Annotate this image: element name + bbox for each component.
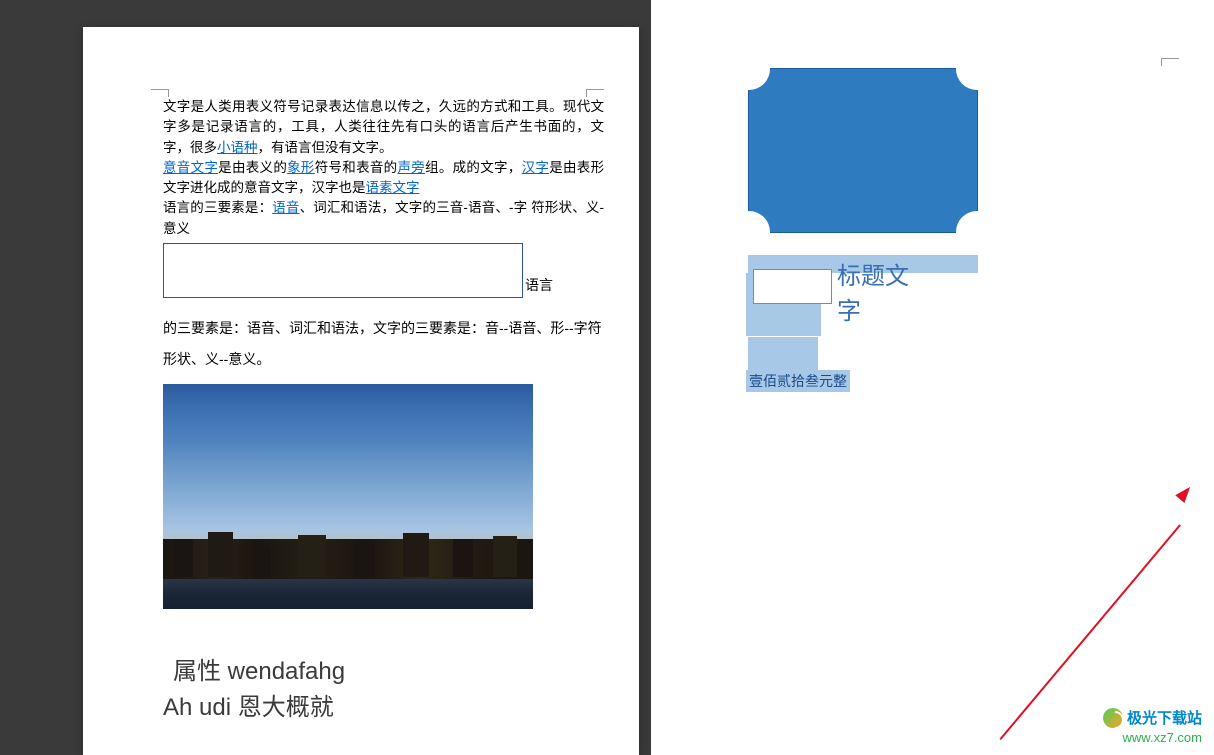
- link-ideophonetic[interactable]: 意音文字: [163, 160, 218, 175]
- link-phonology[interactable]: 语音: [272, 200, 299, 215]
- text-segment: 是由表义的: [218, 160, 287, 175]
- plaque-corner-br: [956, 211, 998, 253]
- page2-margin-mark: [1161, 58, 1179, 66]
- text-segment: 语言的三要素是：: [163, 200, 272, 215]
- title-text-group[interactable]: 标题文字: [751, 258, 921, 323]
- link-hanzi[interactable]: 汉字: [522, 160, 550, 175]
- title-rect-frame[interactable]: [753, 269, 832, 304]
- plaque-corner-tl: [728, 48, 770, 90]
- link-morpheme[interactable]: 语素文字: [366, 180, 420, 195]
- watermark-logo: 极光下载站: [1103, 707, 1202, 728]
- text-segment: 符号和表音的: [315, 160, 398, 175]
- skyline-buildings: [163, 529, 533, 577]
- title-text-label[interactable]: 标题文字: [837, 256, 921, 326]
- text-box-frame[interactable]: [163, 243, 523, 298]
- workspace: 文字是人类用表义符号记录表达信息以传之，久远的方式和工具。现代文字多是记录语言的…: [0, 0, 1214, 755]
- city-skyline-image[interactable]: [163, 384, 533, 609]
- wordart-line-2: Ah udi 恩大概就: [163, 690, 604, 726]
- link-pictograph[interactable]: 象形: [287, 160, 315, 175]
- paragraph-elements[interactable]: 的三要素是：语音、词汇和语法，文字的三要素是：音--语音、形--字符形状、义--…: [163, 313, 604, 375]
- plaque-corner-tr: [956, 48, 998, 90]
- wordart-line-1: 属性 wendafahg: [163, 654, 604, 690]
- watermark: 极光下载站 www.xz7.com: [1103, 707, 1202, 745]
- paragraph-intro[interactable]: 文字是人类用表义符号记录表达信息以传之，久远的方式和工具。现代文字多是记录语言的…: [163, 97, 604, 239]
- page1-content: 文字是人类用表义符号记录表达信息以传之，久远的方式和工具。现代文字多是记录语言的…: [83, 27, 639, 726]
- page-margin-mark-left: [151, 89, 169, 97]
- blue-plaque-shape[interactable]: [748, 68, 978, 233]
- amount-text: 壹佰贰拾叁元整: [749, 373, 847, 389]
- red-arrow-annotation: [1001, 480, 1211, 740]
- link-small-language[interactable]: 小语种: [217, 140, 258, 155]
- watermark-icon: [1103, 708, 1123, 728]
- page-margin-mark-right: [586, 89, 604, 97]
- document-page-1[interactable]: 文字是人类用表义符号记录表达信息以传之，久远的方式和工具。现代文字多是记录语言的…: [83, 27, 639, 755]
- text-segment: 组。成的文字，: [425, 160, 522, 175]
- inline-text-after-box: 语言: [525, 275, 553, 296]
- wordart-text[interactable]: 属性 wendafahg Ah udi 恩大概就: [163, 654, 604, 726]
- watermark-url: www.xz7.com: [1103, 730, 1202, 745]
- left-gray-panel: 文字是人类用表义符号记录表达信息以传之，久远的方式和工具。现代文字多是记录语言的…: [0, 0, 651, 755]
- link-phonetic[interactable]: 声旁: [397, 160, 425, 175]
- watermark-brand: 极光下载站: [1127, 707, 1202, 728]
- text-segment: ，有语言但没有文字。: [258, 140, 393, 155]
- amount-text-highlighted[interactable]: 壹佰贰拾叁元整: [746, 370, 850, 392]
- arrow-head-icon: [1175, 483, 1194, 503]
- right-white-panel: 642246810121416182022242628303234363840 …: [651, 0, 1214, 755]
- plaque-corner-bl: [728, 211, 770, 253]
